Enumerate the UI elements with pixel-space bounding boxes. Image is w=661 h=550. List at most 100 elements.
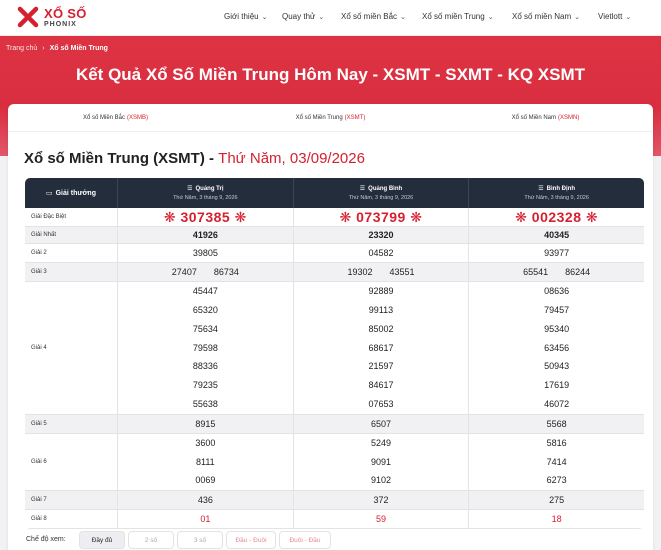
breadcrumb: Trang chủ › Xổ số Miền Trung bbox=[6, 45, 108, 52]
prize-number: 68617 bbox=[368, 342, 394, 353]
prize-number: 46072 bbox=[544, 399, 570, 410]
prize-number: 79457 bbox=[544, 304, 570, 315]
prize-number: 8915 bbox=[195, 418, 216, 429]
prize-number: ❋ 307385 ❋ bbox=[163, 209, 247, 225]
prize-number: 372 bbox=[373, 494, 389, 505]
tab-xsmt[interactable]: Xổ số Miền Trung (XSMT) bbox=[223, 104, 438, 132]
breadcrumb-current: Xổ số Miền Trung bbox=[49, 45, 108, 52]
prize-number: 01 bbox=[200, 513, 211, 524]
nav-xsmt[interactable]: Xổ số miền Trung ⌄ bbox=[422, 12, 494, 21]
nav-gioi-thieu[interactable]: Giới thiệu ⌄ bbox=[224, 12, 267, 21]
tab-divider bbox=[8, 131, 653, 132]
prize-number: 19302 bbox=[347, 266, 373, 277]
prize-number: 18 bbox=[551, 513, 562, 524]
breadcrumb-home[interactable]: Trang chủ bbox=[6, 45, 37, 52]
table-row: Giải 7 436 372 275 bbox=[25, 491, 644, 510]
page-title: Kết Quả Xổ Số Miền Trung Hôm Nay - XSMT … bbox=[75, 65, 586, 84]
chevron-down-icon: ⌄ bbox=[261, 13, 268, 21]
table-header: ▭ Giải thưởng ☰ Quảng Trị Thứ Năm, 3 tháng… bbox=[25, 178, 644, 208]
prize-number: 6507 bbox=[370, 418, 391, 429]
view-3-digit-button[interactable]: 3 số bbox=[177, 531, 223, 549]
province-date: Thứ Năm, 3 tháng 9, 2026 bbox=[173, 195, 238, 201]
table-row: Giải 4 45447 65320 75634 79598 88336 792… bbox=[25, 282, 644, 415]
nav-vietlott[interactable]: Vietlott ⌄ bbox=[598, 12, 631, 21]
nav-quay-thu[interactable]: Quay thử ⌄ bbox=[282, 12, 324, 21]
prize-number: 5568 bbox=[546, 418, 567, 429]
prize-number: 86734 bbox=[213, 266, 239, 277]
prize-number: 21597 bbox=[368, 361, 394, 372]
prize-number: 40345 bbox=[544, 229, 570, 240]
table-row: Giải 2 39805 04582 93977 bbox=[25, 244, 644, 263]
view-mode-label: Chế độ xem: bbox=[26, 536, 66, 543]
prize-number: 275 bbox=[549, 494, 565, 505]
prize-number: 7414 bbox=[546, 456, 567, 467]
prize-number: 75634 bbox=[192, 323, 218, 334]
province-header: ☰ Bình Định Thứ Năm, 3 tháng 9, 2026 bbox=[468, 178, 644, 208]
prize-label: Giải 3 bbox=[31, 269, 47, 275]
prize-number: 07653 bbox=[368, 399, 394, 410]
table-row: Giải 8 01 59 18 bbox=[25, 510, 644, 529]
prize-number: 9091 bbox=[370, 456, 391, 467]
prize-number: 08636 bbox=[544, 285, 570, 296]
prize-number: 17619 bbox=[544, 380, 570, 391]
prize-number: 6273 bbox=[546, 475, 567, 486]
prize-number: 5249 bbox=[370, 437, 391, 448]
prize-number: 79235 bbox=[192, 380, 218, 391]
prize-column-header: ▭ Giải thưởng bbox=[45, 189, 96, 198]
chevron-down-icon: ⌄ bbox=[625, 13, 632, 21]
prize-number: 65320 bbox=[192, 304, 218, 315]
table-row: Giải Đặc Biệt ❋ 307385 ❋ ❋ 073799 ❋ ❋ 00… bbox=[25, 208, 644, 227]
province-link[interactable]: Bình Định bbox=[547, 186, 575, 192]
prize-number: 45447 bbox=[192, 285, 218, 296]
prize-number: 95340 bbox=[544, 323, 570, 334]
tab-xsmb[interactable]: Xổ số Miền Bắc (XSMB) bbox=[8, 104, 223, 132]
tab-xsmn[interactable]: Xổ số Miền Nam (XSMN) bbox=[438, 104, 653, 132]
chevron-down-icon: ⌄ bbox=[574, 13, 581, 21]
draw-date: Thứ Năm, 03/09/2026 bbox=[218, 150, 365, 167]
region-tabs: Xổ số Miền Bắc (XSMB) Xổ số Miền Trung (XS… bbox=[8, 104, 653, 132]
main-nav: Giới thiệu ⌄ Quay thử ⌄ Xổ số miền Bắc ⌄ Xổ… bbox=[0, 0, 661, 36]
prize-number: 55638 bbox=[192, 399, 218, 410]
table-row: Giải Nhất 41926 23320 40345 bbox=[25, 227, 644, 244]
results-table: ▭ Giải thưởng ☰ Quảng Trị Thứ Năm, 3 tháng… bbox=[25, 178, 644, 529]
prize-label: Giải 2 bbox=[31, 250, 47, 256]
nav-xsmb[interactable]: Xổ số miền Bắc ⌄ bbox=[341, 12, 406, 21]
prize-number: 59 bbox=[375, 513, 386, 524]
list-icon: ☰ bbox=[538, 186, 544, 192]
prize-number: 65541 bbox=[523, 266, 549, 277]
province-header: ☰ Quảng Trị Thứ Năm, 3 tháng 9, 2026 bbox=[117, 178, 293, 208]
view-mode-bar: Chế độ xem: Đầy đủ 2 số 3 số Đầu - Đuôi … bbox=[0, 530, 661, 550]
province-date: Thứ Năm, 3 tháng 9, 2026 bbox=[524, 195, 589, 201]
view-2-digit-button[interactable]: 2 số bbox=[128, 531, 174, 549]
view-full-button[interactable]: Đầy đủ bbox=[79, 531, 125, 549]
prize-number: 85002 bbox=[368, 323, 394, 334]
prize-number: 41926 bbox=[192, 229, 218, 240]
prize-number: 79598 bbox=[192, 342, 218, 353]
calendar-icon: ▭ bbox=[45, 190, 53, 197]
results-card: Xổ số Miền Bắc (XSMB) Xổ số Miền Trung (XS… bbox=[8, 104, 653, 550]
chevron-down-icon: ⌄ bbox=[400, 13, 406, 21]
prize-number: 0069 bbox=[195, 475, 216, 486]
province-link[interactable]: Quảng Bình bbox=[368, 186, 402, 192]
prize-number: 63456 bbox=[544, 342, 570, 353]
province-date: Thứ Năm, 3 tháng 9, 2026 bbox=[348, 195, 414, 201]
prize-number: 84617 bbox=[368, 380, 394, 391]
prize-label: Giải 6 bbox=[31, 459, 47, 465]
prize-number: 88336 bbox=[192, 361, 218, 372]
prize-number: 86244 bbox=[565, 266, 591, 277]
nav-xsmn[interactable]: Xổ số miền Nam ⌄ bbox=[512, 12, 580, 21]
prize-number: 27407 bbox=[171, 266, 197, 277]
view-tail-head-button[interactable]: Đuôi - Đầu bbox=[279, 531, 331, 549]
chevron-down-icon: ⌄ bbox=[487, 13, 494, 21]
table-row: Giải 3 27407 86734 19302 43551 65541 86244 bbox=[25, 263, 644, 282]
view-head-tail-button[interactable]: Đầu - Đuôi bbox=[226, 531, 276, 549]
prize-number: ❋ 073799 ❋ bbox=[339, 209, 423, 225]
prize-number: ❋ 002328 ❋ bbox=[515, 209, 599, 225]
province-link[interactable]: Quảng Trị bbox=[196, 186, 224, 192]
table-row: Giải 6 3600 8111 0069 5249 9091 9102 581… bbox=[25, 434, 644, 491]
chevron-down-icon: ⌄ bbox=[318, 13, 325, 21]
prize-number: 93977 bbox=[544, 247, 570, 258]
prize-number: 39805 bbox=[192, 247, 218, 258]
section-title: Xổ số Miền Trung (XSMT) - Thứ Năm, 03/09… bbox=[24, 150, 365, 167]
top-header: XỔ SỐ PHONIX Giới thiệu ⌄ Quay thử ⌄ Xổ số… bbox=[0, 0, 661, 36]
